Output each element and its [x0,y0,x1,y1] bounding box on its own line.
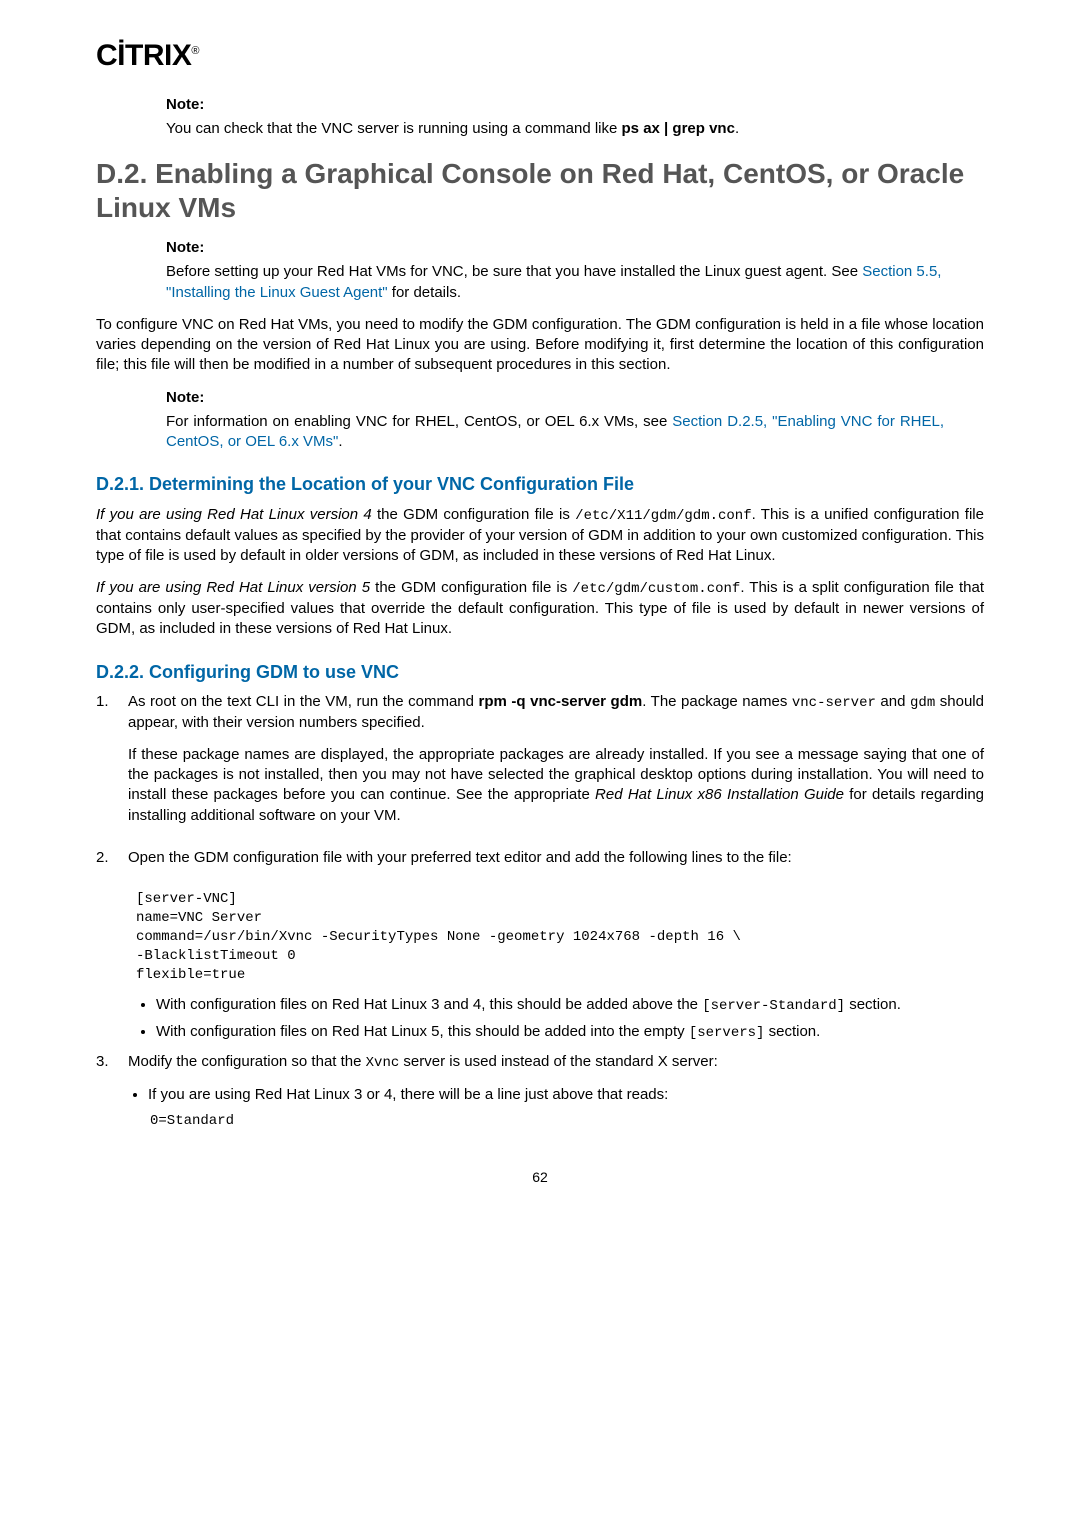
bullet-item: If you are using Red Hat Linux 3 or 4, t… [148,1085,984,1105]
note-label: Note: [166,95,944,115]
bullet-item: With configuration files on Red Hat Linu… [156,995,984,1016]
ordered-step-2: 2. Open the GDM configuration file with … [96,848,984,880]
step-text: Modify the configuration so that the Xvn… [128,1052,984,1073]
note-text: For information on enabling VNC for RHEL… [166,412,944,453]
step-text: Open the GDM configuration file with you… [128,848,984,868]
step-number: 3. [96,1052,128,1140]
body-paragraph: If you are using Red Hat Linux version 5… [96,578,984,639]
bullet-item: With configuration files on Red Hat Linu… [156,1022,984,1043]
note-text: Before setting up your Red Hat VMs for V… [166,262,944,303]
page-number: 62 [96,1168,984,1187]
note-label: Note: [166,238,944,258]
step-text: As root on the text CLI in the VM, run t… [128,692,984,733]
subsection-heading-d-2-1: D.2.1. Determining the Location of your … [96,472,984,496]
code-block: [server-VNC] name=VNC Server command=/us… [136,890,984,984]
body-paragraph: If you are using Red Hat Linux version 4… [96,505,984,566]
body-paragraph: To configure VNC on Red Hat VMs, you nee… [96,315,984,376]
step-number: 1. [96,692,128,838]
note-label: Note: [166,388,944,408]
ordered-step-1: 1. As root on the text CLI in the VM, ru… [96,692,984,838]
citrix-logo: CİTRIX® [96,36,984,77]
step-number: 2. [96,848,128,880]
code-block: 0=Standard [150,1112,984,1131]
section-heading-d2: D.2. Enabling a Graphical Console on Red… [96,157,984,224]
note-text: You can check that the VNC server is run… [166,119,944,139]
step-text: If these package names are displayed, th… [128,745,984,826]
ordered-step-3: 3. Modify the configuration so that the … [96,1052,984,1140]
subsection-heading-d-2-2: D.2.2. Configuring GDM to use VNC [96,660,984,684]
